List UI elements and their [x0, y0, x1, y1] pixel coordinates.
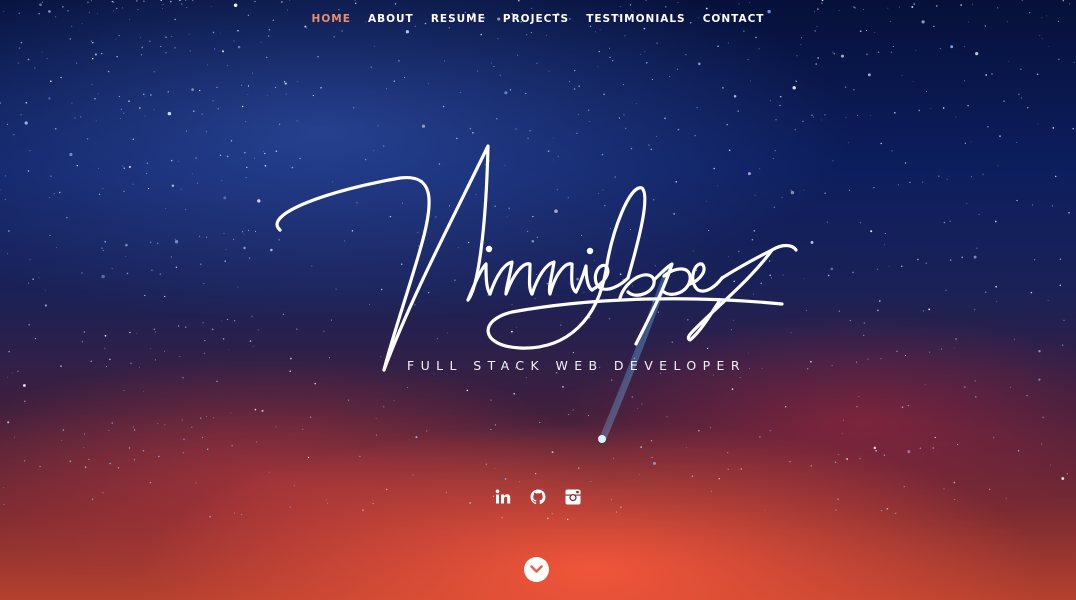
chevron-down-icon — [530, 565, 543, 573]
tagline: FULL STACK WEB DEVELOPER — [407, 358, 746, 373]
hero-section: HOME ABOUT RESUME PROJECTS TESTIMONIALS … — [0, 0, 1076, 600]
instagram-icon[interactable] — [564, 488, 582, 506]
scroll-down-button[interactable] — [524, 557, 549, 582]
github-icon[interactable] — [529, 488, 547, 506]
linkedin-icon[interactable] — [494, 488, 512, 506]
social-links — [0, 486, 1076, 506]
signature-logo — [275, 144, 798, 372]
